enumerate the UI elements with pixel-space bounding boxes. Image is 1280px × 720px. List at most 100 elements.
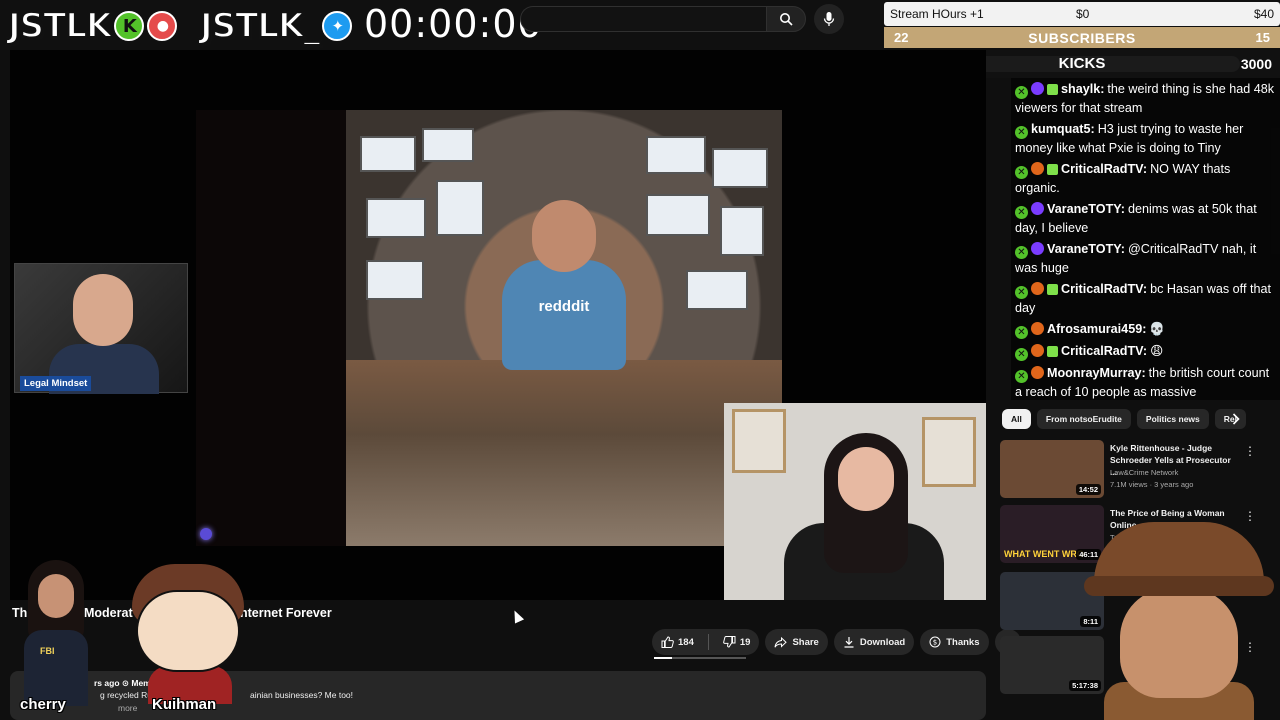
voice-search-button[interactable] — [814, 4, 844, 34]
logo-text: JSTLK — [7, 5, 113, 47]
chat-username: shaylk: — [1061, 82, 1105, 96]
stream-header-strip: JSTLK K ● JSTLK_ ✦ 00:00:00 — [0, 0, 884, 50]
progress-fill — [654, 657, 673, 659]
chat-message: ✕ Afrosamurai459: 💀 — [1011, 318, 1280, 340]
youtube-search-input[interactable] — [520, 6, 766, 32]
pointer-dot — [200, 528, 212, 540]
filter-chip[interactable]: All — [1002, 409, 1031, 429]
mascot-name: cherry — [20, 696, 66, 713]
chat-username: Afrosamurai459: — [1047, 322, 1147, 336]
orange-badge-icon — [1031, 322, 1044, 335]
kick-badge-icon: ✕ — [1015, 126, 1028, 139]
more-vertical-icon[interactable]: ⋮ — [1244, 444, 1256, 458]
chat-username: CriticalRadTV: — [1061, 344, 1148, 358]
stream-hours-goal: Stream HOurs +1 $0 $40 — [884, 2, 1280, 26]
download-button[interactable]: Download — [833, 629, 915, 655]
gem-badge-icon — [1047, 84, 1058, 95]
search-button[interactable] — [766, 6, 806, 32]
chat-message: ✕ CriticalRadTV: NO WAY thats organic. — [1011, 158, 1280, 198]
more-vertical-icon[interactable]: ⋮ — [1244, 509, 1256, 523]
show-more-link[interactable]: more — [118, 703, 137, 713]
purple-badge-icon — [1031, 82, 1044, 95]
goal-target: 3000 — [1240, 56, 1272, 72]
goal-target: 15 — [1255, 30, 1270, 45]
purple-badge-icon — [1031, 202, 1044, 215]
like-count: 184 — [678, 636, 694, 648]
share-label: Share — [792, 636, 819, 648]
logo-text: JSTLK_ — [199, 5, 321, 47]
record-icon: ● — [147, 11, 178, 41]
filter-chip[interactable]: From notsoErudite — [1036, 409, 1131, 429]
divider — [707, 634, 709, 650]
cherry-mascot: FBI — [20, 560, 92, 706]
kick-badge-icon: ✕ — [1015, 206, 1028, 219]
chat-username: VaraneTOTY: — [1047, 242, 1125, 256]
orange-badge-icon — [1031, 344, 1044, 357]
share-icon — [774, 636, 788, 648]
purple-badge-icon — [1031, 242, 1044, 255]
chips-next-button[interactable] — [1226, 409, 1246, 429]
stream-timer: 00:00:00 — [364, 2, 543, 46]
video-dark-panel — [196, 110, 346, 546]
fbi-badge-text: FBI — [40, 646, 55, 656]
video-thumbnail[interactable]: 14:52 — [1000, 440, 1104, 498]
chat-message: ✕ MoonrayMurray: the british court count a… — [1011, 362, 1280, 400]
description-text: ainian businesses? Me too! — [250, 690, 354, 700]
kick-badge-icon: ✕ — [1015, 326, 1028, 339]
thumbs-down-icon — [723, 636, 736, 648]
channel-name[interactable]: Law&Crime Network — [1110, 468, 1178, 477]
recommendation-chips: All From notsoErudite Politics news Rel — [1002, 409, 1246, 429]
download-label: Download — [859, 636, 906, 648]
left-facecam: Legal Mindset — [14, 263, 188, 394]
kick-badge-icon: ✕ — [1015, 370, 1028, 383]
chat-message: ✕ VaraneTOTY: @CriticalRadTV nah, it was h… — [1011, 238, 1280, 278]
goal-label: SUBSCRIBERS — [1028, 29, 1136, 46]
jstlk-twitter-logo: JSTLK_ ✦ — [199, 5, 353, 47]
goal-label: Stream HOurs +1 — [890, 7, 984, 21]
filter-chip[interactable]: Politics news — [1136, 409, 1209, 429]
chevron-right-icon — [1232, 413, 1240, 425]
orange-badge-icon — [1031, 366, 1044, 379]
chat-message: ✕ CriticalRadTV: bc Hasan was off that day — [1011, 278, 1280, 318]
mascot-name: Kuihman — [152, 696, 217, 713]
video-stats: 7.1M views · 3 years ago — [1110, 480, 1194, 489]
share-button[interactable]: Share — [765, 629, 828, 655]
subscribers-goal: 22 SUBSCRIBERS 15 — [884, 27, 1280, 48]
search-icon — [780, 13, 793, 26]
reddit-ai-image: redddit — [346, 110, 782, 546]
chat-username: kumquat5: — [1031, 122, 1095, 136]
gem-badge-icon — [1047, 164, 1058, 175]
kick-badge-icon: ✕ — [1015, 286, 1028, 299]
kick-logo-icon: K — [114, 11, 145, 41]
orange-badge-icon — [1031, 282, 1044, 295]
download-icon — [844, 637, 854, 648]
twitter-bird-icon: ✦ — [322, 11, 353, 41]
thanks-dollar-icon: $ — [929, 636, 941, 648]
svg-text:$: $ — [933, 639, 937, 647]
thumbnail-caption: WHAT WENT WRO — [1004, 549, 1084, 559]
channel-badge: Legal Mindset — [20, 376, 92, 391]
thumbs-up-icon — [661, 636, 674, 648]
chat-message: ✕ kumquat5: H3 just trying to waste her mo… — [1011, 118, 1280, 158]
progress-track — [654, 657, 746, 659]
like-button[interactable]: 184 — [652, 629, 703, 655]
video-actions: 184 19 Share Download $ Thanks ⋯ — [652, 629, 1021, 655]
microphone-icon — [823, 12, 835, 26]
shirt-logo-text: redddit — [538, 298, 590, 315]
chat-text: 💀 — [1149, 322, 1166, 336]
thanks-button[interactable]: $ Thanks — [920, 629, 989, 655]
video-duration: 14:52 — [1075, 484, 1101, 495]
chat-text: 😩 — [1150, 344, 1164, 358]
gem-badge-icon — [1047, 346, 1058, 357]
orange-badge-icon — [1031, 162, 1044, 175]
goal-current: $0 — [1076, 7, 1090, 21]
chat-username: CriticalRadTV: — [1061, 162, 1148, 176]
dislike-button[interactable]: 19 — [714, 629, 760, 655]
chat-message: ✕ shaylk: the weird thing is she had 48k v… — [1011, 78, 1280, 118]
chat-overlay: ✕ shaylk: the weird thing is she had 48k v… — [1011, 78, 1280, 400]
recommended-video[interactable]: 14:52 Kyle Rittenhouse - Judge Schroeder … — [1000, 440, 1270, 498]
chat-message: ✕ VaraneTOTY: denims was at 50k that day, … — [1011, 198, 1280, 238]
jstlk-kick-logo: JSTLK K ● — [7, 5, 178, 47]
kick-badge-icon: ✕ — [1015, 246, 1028, 259]
streamer-facecam — [724, 403, 986, 600]
